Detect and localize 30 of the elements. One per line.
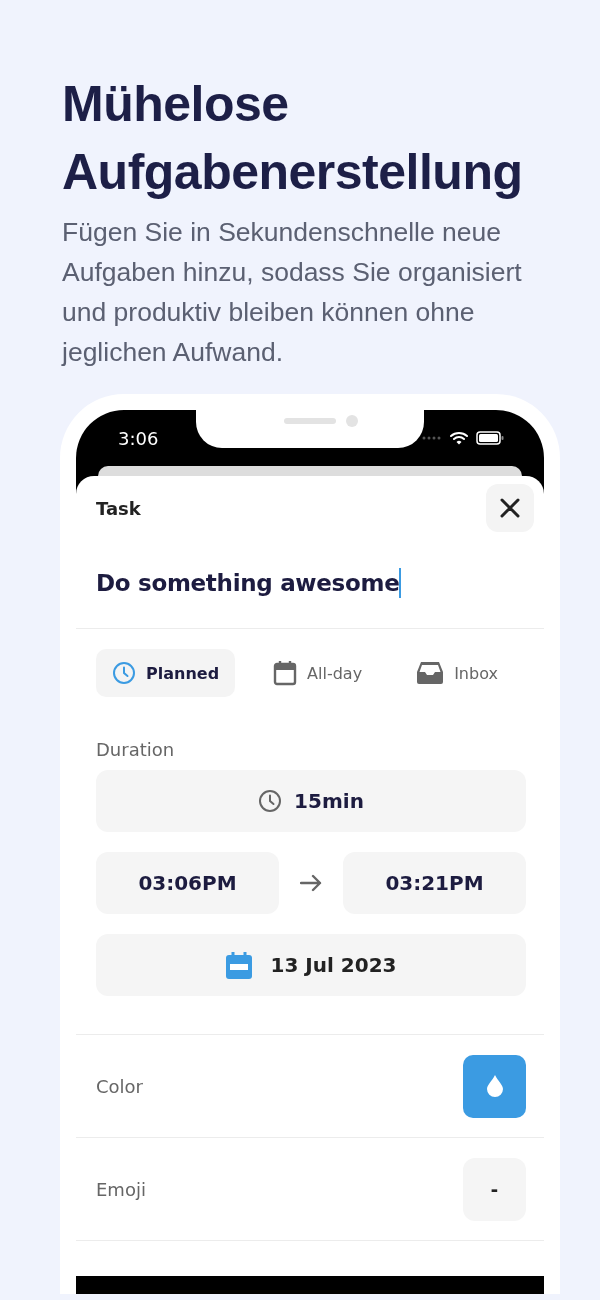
date-button[interactable]: 13 Jul 2023 [96,934,526,996]
duration-button[interactable]: 15min [96,770,526,832]
inbox-icon [416,661,445,685]
mode-tab[interactable]: Inbox [400,649,514,697]
mode-tab[interactable]: All-day [257,649,379,697]
emoji-button[interactable]: - [463,1157,526,1221]
sheet-title: Task [96,497,141,519]
signal-icon [422,436,442,440]
task-name-field[interactable]: Do something awesome [96,570,400,596]
drop-icon [486,1075,503,1097]
calendar-icon [225,951,252,979]
emoji-label: Emoji [96,1178,146,1200]
color-button[interactable] [463,1054,526,1118]
clock-icon [112,661,136,685]
subtitle: Fügen Sie in Sekundenschnelle neue Aufgaben hinzu, sodass Sie organisiert und produktiv bleiben können ohne jeglichen Aufwand. [62,216,523,369]
text-caret [399,568,402,598]
headline: Mühelose Aufgabenerstellung [62,75,524,202]
clock-icon [258,789,283,813]
wifi-icon [450,431,468,445]
duration-label: Duration [96,739,176,760]
status-time: 3:06 [118,427,159,449]
end-time-button[interactable]: 03:21PM [343,852,526,914]
battery-icon [476,431,504,445]
arrow-icon [300,874,322,892]
mode-tab[interactable]: Planned [96,649,236,697]
close-icon [500,498,520,518]
start-time-button[interactable]: 03:06PM [96,852,279,914]
color-label: Color [96,1075,143,1097]
close-button[interactable] [486,484,534,532]
calendar-icon [273,660,298,686]
